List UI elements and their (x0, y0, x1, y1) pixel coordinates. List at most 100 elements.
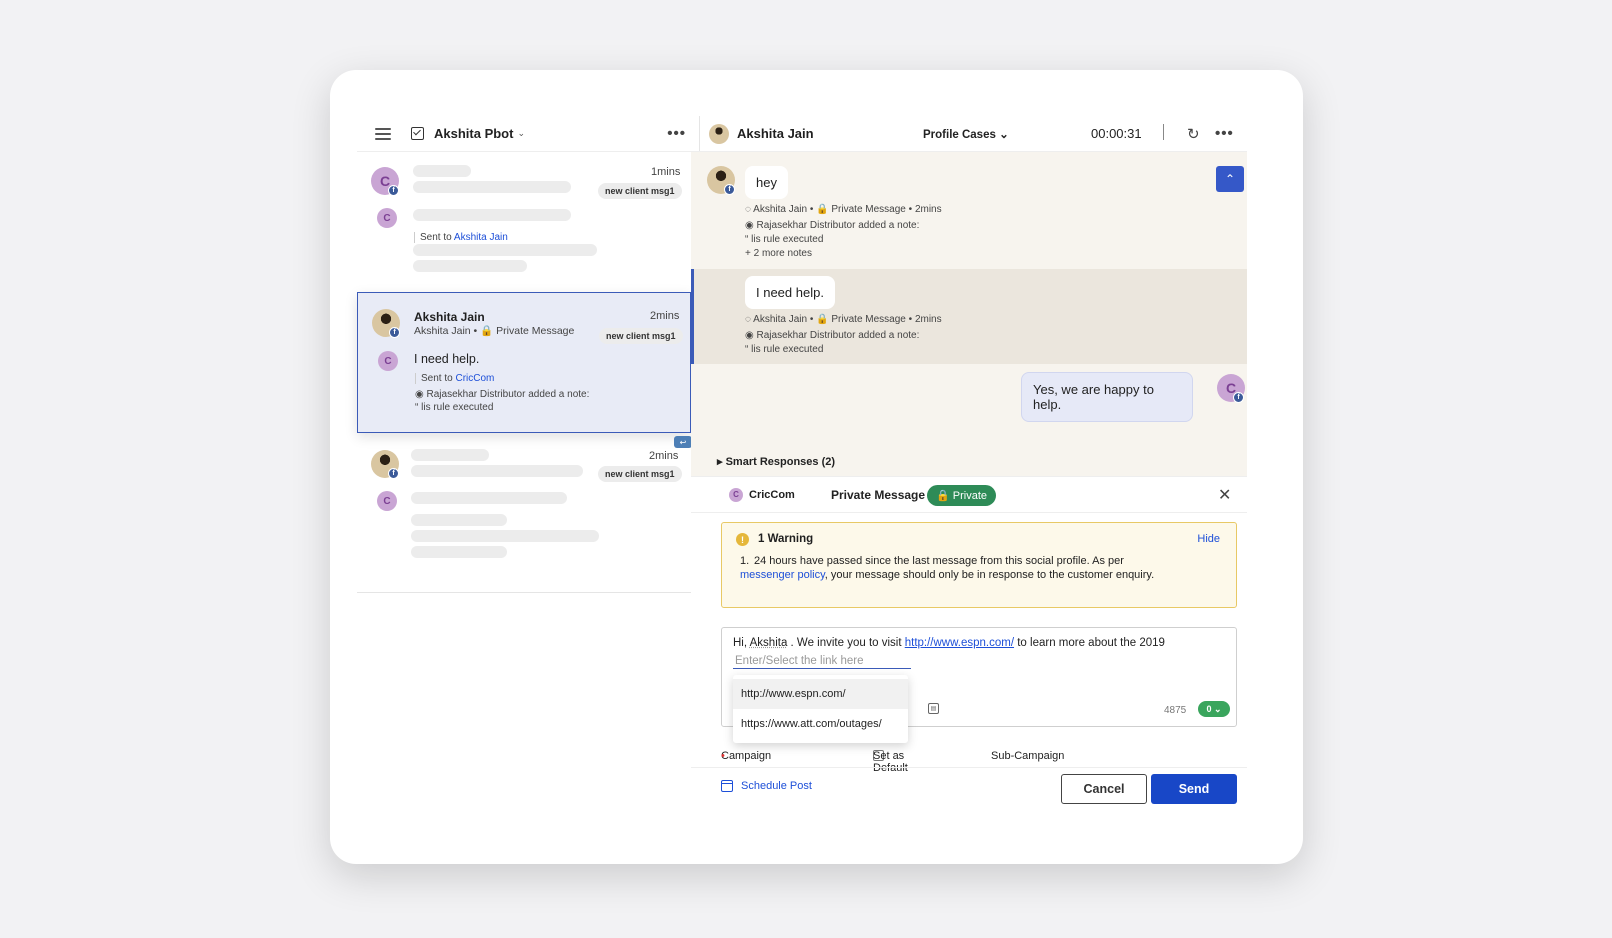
facebook-icon: f (1233, 392, 1244, 403)
warning-icon: ! (736, 533, 749, 546)
schedule-post-label: Schedule Post (741, 780, 812, 792)
quote-text: lis rule executed (751, 234, 824, 245)
quote-icon: “ (415, 402, 419, 413)
hide-warning-link[interactable]: Hide (1197, 533, 1220, 545)
quote-line: “ lis rule executed (745, 234, 823, 245)
count-pill[interactable]: 0 ⌄ (1198, 701, 1230, 717)
chevron-down-icon: ⌄ (999, 128, 1009, 141)
more-notes-link[interactable]: + 2 more notes (745, 248, 812, 259)
note-line: ◉ Rajasekhar Distributor added a note: (745, 330, 919, 341)
warning-banner: ! 1 Warning Hide 1. 24 hours have passed … (721, 522, 1237, 608)
item-name: Akshita Jain (414, 310, 485, 324)
sent-to-prefix: Sent to (420, 232, 454, 243)
message-author: Akshita Jain (753, 204, 808, 215)
quote-icon: “ (745, 344, 749, 355)
quote-text: lis rule executed (421, 402, 494, 413)
reply-composer: C CricCom Private Message 🔒 Private ✕ ! … (691, 476, 1247, 819)
refresh-icon[interactable]: ↻ (1187, 125, 1200, 143)
character-count: 4875 (1164, 705, 1187, 716)
sent-to-link[interactable]: Akshita Jain (454, 232, 508, 243)
account-avatar: C (729, 487, 743, 502)
message-meta: ◌ Akshita Jain • 🔒 Private Message • 2mi… (745, 204, 942, 215)
facebook-icon: f (388, 468, 399, 479)
smart-responses-toggle[interactable]: ▸ Smart Responses (2) (717, 455, 835, 468)
reply-icon: ↩ (674, 436, 692, 448)
skeleton-line (411, 514, 507, 526)
workspace-name[interactable]: Akshita Pbot (434, 126, 513, 141)
editor-url[interactable]: http://www.espn.com/ (905, 637, 1014, 649)
editor-text[interactable]: Hi, Akshita . We invite you to visit htt… (733, 637, 1165, 649)
more-options-icon[interactable]: ••• (1215, 125, 1234, 142)
account-name: CricCom (749, 488, 795, 501)
link-option[interactable]: https://www.att.com/outages/ (733, 709, 908, 739)
sent-to: Sent to Akshita Jain (414, 232, 508, 243)
required-mark: • (721, 750, 725, 762)
editor-name-token[interactable]: Akshita (750, 637, 788, 649)
skeleton-line (411, 492, 567, 504)
list-item-selected[interactable]: f Akshita Jain Akshita Jain • 🔒 Private … (357, 292, 691, 433)
skeleton-line (411, 546, 507, 558)
count-pill-value: 0 (1206, 704, 1212, 714)
messenger-policy-link[interactable]: messenger policy (740, 569, 825, 581)
conversation-list-pane: Akshita Pbot ⌄ ••• C f 1mins new client … (357, 116, 700, 819)
contact-name[interactable]: Akshita Jain (737, 126, 814, 141)
conversation-pane: Akshita Jain Profile Cases ⌄ 00:00:31 ↻ … (691, 116, 1247, 819)
account-selector[interactable]: C CricCom (729, 487, 795, 502)
divider (357, 592, 691, 593)
lock-icon: 🔒 (480, 325, 494, 337)
note-line: ◉ Rajasekhar Distributor added a note: (415, 389, 589, 400)
user-icon: ◉ (745, 330, 754, 341)
quote-icon: “ (745, 234, 749, 245)
skeleton-line (413, 165, 471, 177)
list-toolbar: Akshita Pbot ⌄ ••• (357, 116, 699, 152)
sub-campaign-label[interactable]: Sub-Campaign (991, 750, 1064, 762)
meta-type: Private Message (496, 325, 575, 337)
chevron-down-icon[interactable]: ⌄ (517, 128, 525, 139)
smart-responses-label: Smart Responses (2) (725, 456, 836, 468)
calendar-icon (721, 780, 733, 792)
editor-prefix: Hi, (733, 637, 750, 649)
cancel-button[interactable]: Cancel (1061, 774, 1147, 804)
link-dropdown: http://www.espn.com/ https://www.att.com… (733, 675, 908, 743)
skeleton-line (411, 465, 583, 477)
close-icon[interactable]: ✕ (1218, 485, 1231, 505)
user-icon: ◉ (415, 389, 424, 400)
sent-to-link[interactable]: CricCom (455, 373, 494, 384)
item-message: I need help. (414, 352, 480, 366)
note-text: Rajasekhar Distributor added a note: (426, 389, 590, 400)
user-icon: ◉ (745, 220, 754, 231)
editor-suffix: to learn more about the 2019 (1014, 637, 1165, 649)
privacy-badge[interactable]: 🔒 Private (927, 485, 997, 506)
message-time: 2mins (914, 204, 942, 215)
select-all-checkbox[interactable] (411, 127, 424, 140)
avatar (709, 123, 729, 144)
message-bubble[interactable]: hey (745, 166, 788, 199)
item-tag: new client msg1 (599, 328, 683, 344)
template-icon[interactable]: ▤ (928, 703, 939, 714)
warning-text: 1. 24 hours have passed since the last me… (740, 554, 1170, 582)
meta-name: Akshita Jain (414, 325, 471, 337)
profile-cases-dropdown[interactable]: Profile Cases ⌄ (923, 127, 1009, 141)
set-default-label: Set as Default (873, 750, 908, 774)
item-time: 1mins (651, 166, 681, 178)
message-bubble-outgoing[interactable]: Yes, we are happy to help. (1021, 372, 1193, 422)
divider (691, 767, 1247, 768)
message-type-label[interactable]: Private Message (831, 488, 925, 502)
quote-line: “ lis rule executed (745, 344, 823, 355)
more-options-icon[interactable]: ••• (667, 125, 686, 142)
schedule-post-button[interactable]: Schedule Post (721, 780, 812, 792)
profile-cases-label: Profile Cases (923, 128, 996, 141)
editor-middle: . We invite you to visit (787, 637, 905, 649)
scroll-up-icon[interactable]: ⌃ (1216, 166, 1244, 192)
warning-text-before: 24 hours have passed since the last mess… (754, 555, 1124, 567)
send-button[interactable]: Send (1151, 774, 1237, 804)
link-option[interactable]: http://www.espn.com/ (733, 679, 908, 709)
menu-icon[interactable] (375, 127, 391, 140)
quote-text: lis rule executed (751, 344, 824, 355)
item-time: 2mins (650, 310, 680, 322)
link-input[interactable] (733, 653, 911, 669)
divider (1163, 124, 1164, 140)
message-bubble[interactable]: I need help. (745, 276, 835, 309)
warning-number: 1. (740, 555, 750, 567)
skeleton-line (413, 244, 597, 256)
